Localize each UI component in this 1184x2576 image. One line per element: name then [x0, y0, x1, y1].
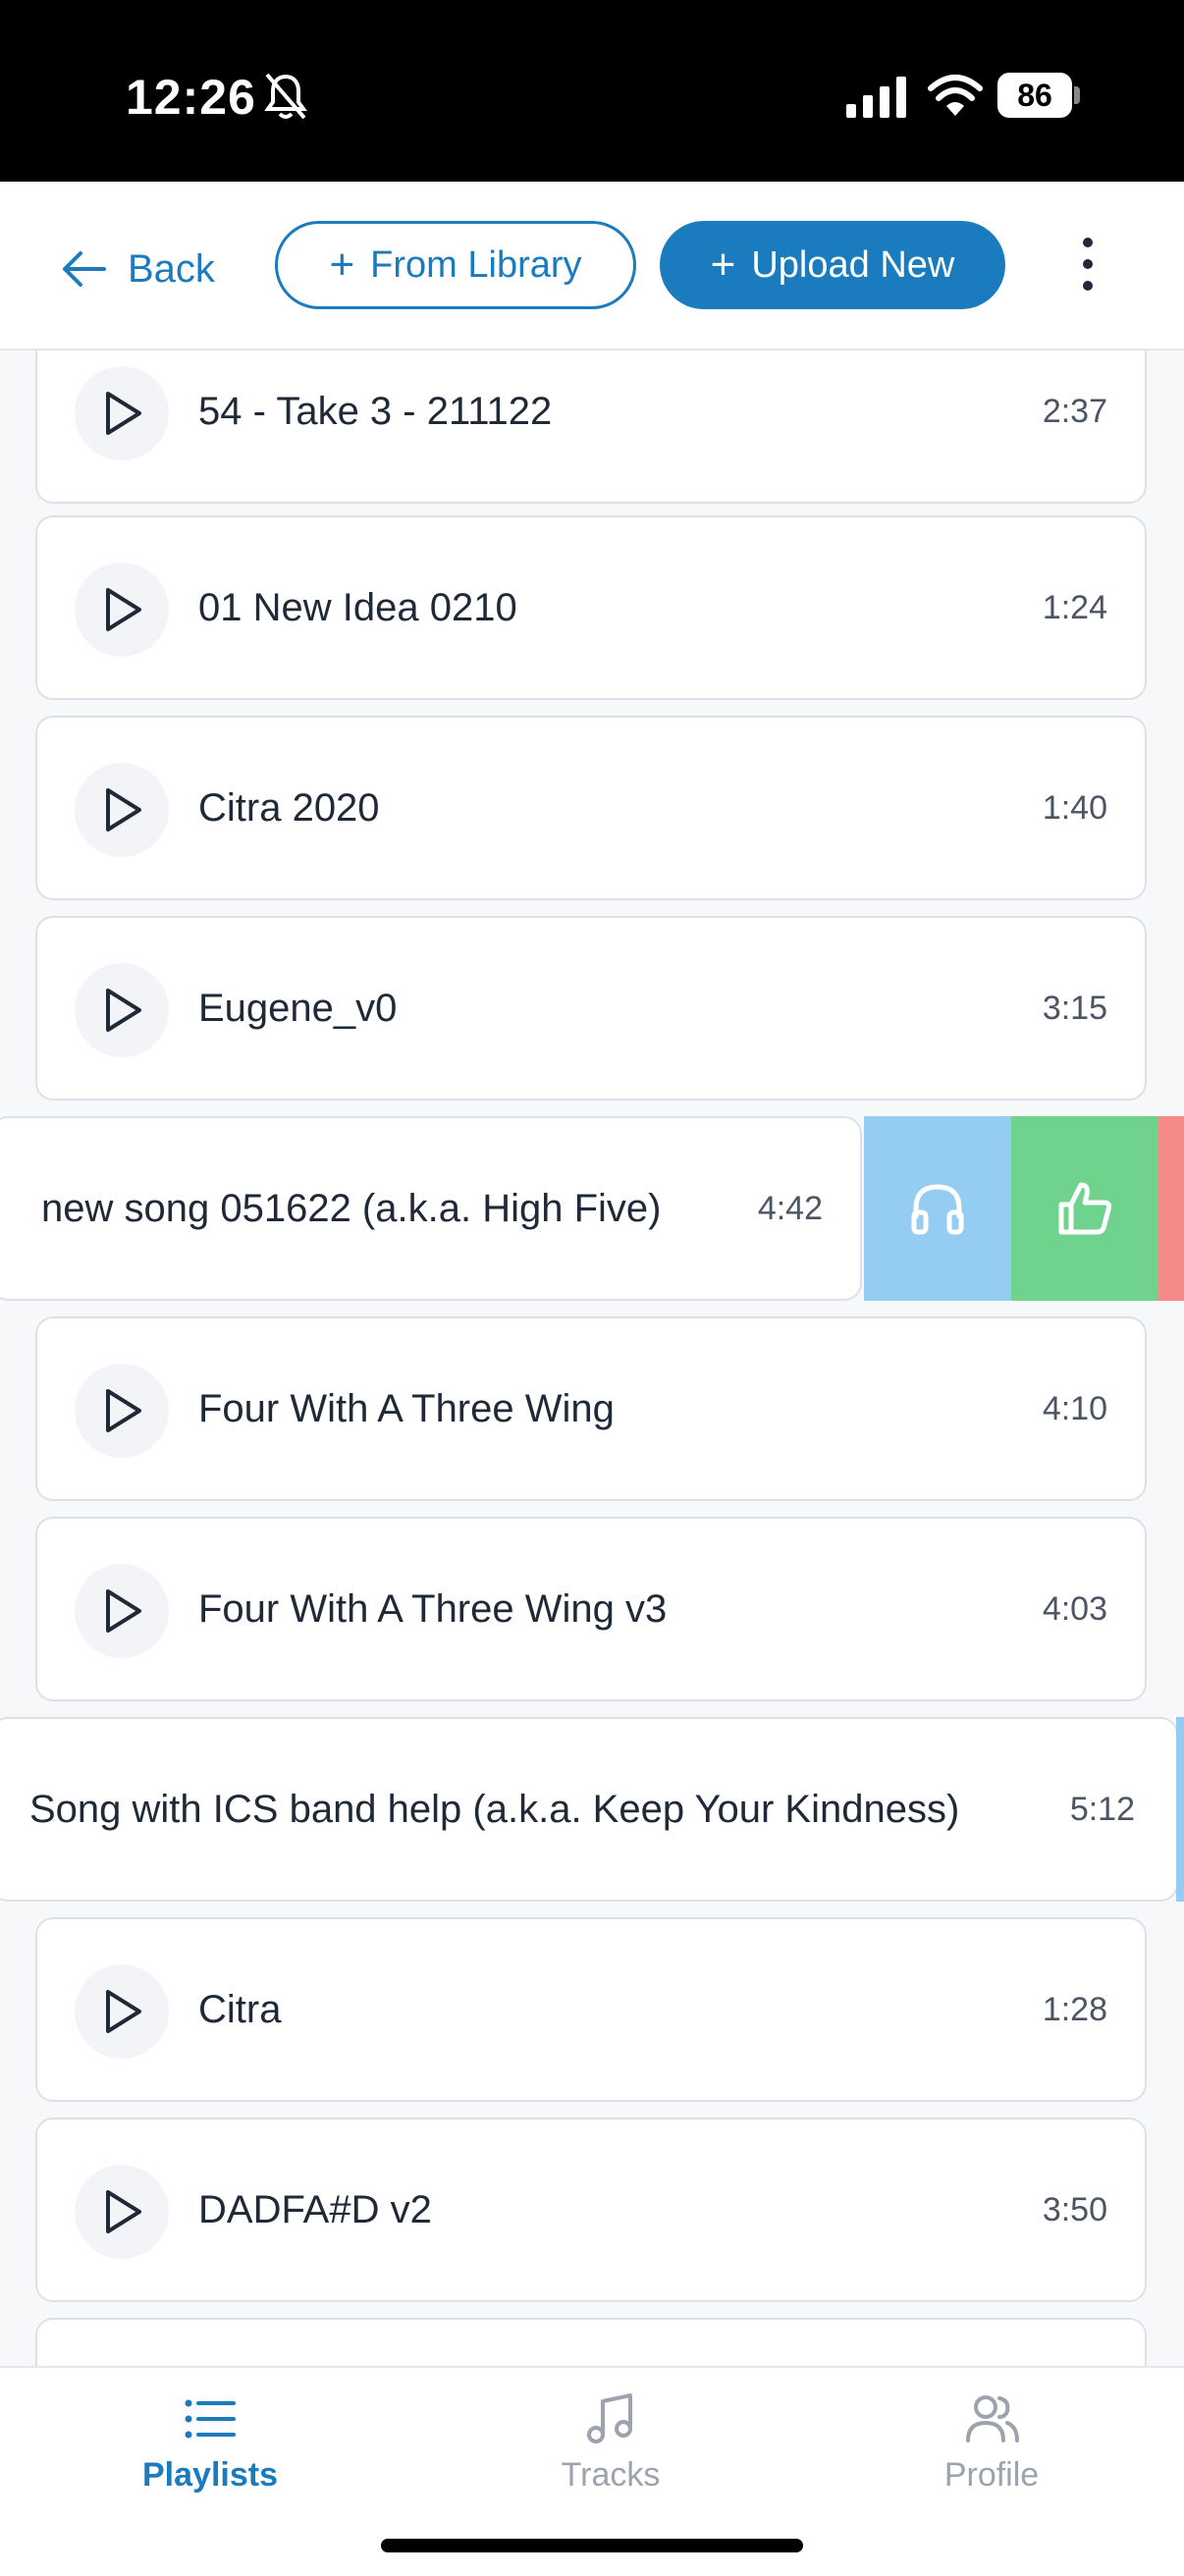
back-button[interactable]: Back — [61, 227, 215, 311]
play-icon — [106, 1589, 141, 1633]
track-duration: 1:24 — [1042, 589, 1107, 626]
users-icon — [966, 2395, 1019, 2442]
tab-playlists[interactable]: Playlists — [82, 2391, 338, 2509]
battery-indicator: 86 — [997, 73, 1082, 118]
track-title: new song 051622 (a.k.a. High Five) — [41, 1187, 662, 1230]
tab-tracks[interactable]: Tracks — [483, 2391, 738, 2509]
play-button[interactable] — [75, 366, 169, 460]
track-title: 54 - Take 3 - 211122 — [198, 390, 553, 433]
track-card[interactable]: 01 New Idea 0210 1:24 — [35, 515, 1147, 700]
track-card[interactable]: Eugene_v0 3:15 — [35, 916, 1147, 1100]
play-icon — [106, 2190, 141, 2233]
header-toolbar: Back + From Library + Upload New — [0, 182, 1184, 350]
track-duration: 3:15 — [1042, 990, 1107, 1027]
tab-label: Tracks — [561, 2456, 661, 2494]
home-indicator — [381, 2539, 803, 2552]
swiped-track-row[interactable]: new song 051622 (a.k.a. High Five) 4:42 — [0, 1116, 1184, 1301]
track-card[interactable]: Citra 1:28 — [35, 1917, 1147, 2102]
play-icon — [106, 989, 141, 1032]
track-card[interactable]: 54 - Take 3 - 211122 2:37 — [35, 349, 1147, 504]
play-button[interactable] — [75, 2165, 169, 2259]
track-title: Four With A Three Wing — [198, 1387, 615, 1430]
play-icon — [106, 392, 141, 435]
delete-action-button[interactable] — [1158, 1116, 1184, 1301]
play-button[interactable] — [75, 1364, 169, 1458]
track-title: Eugene_v0 — [198, 987, 398, 1030]
track-title: Four With A Three Wing v3 — [198, 1587, 668, 1631]
tab-profile[interactable]: Profile — [864, 2391, 1119, 2509]
swiped-track-row[interactable]: Song with ICS band help (a.k.a. Keep You… — [0, 1717, 1184, 1902]
music-note-icon — [587, 2393, 632, 2443]
battery-level: 86 — [997, 73, 1072, 118]
thumbs-up-icon — [1058, 1182, 1111, 1235]
upload-new-button[interactable]: + Upload New — [660, 221, 1005, 309]
track-card[interactable]: Four With A Three Wing v3 4:03 — [35, 1517, 1147, 1701]
headphones-icon — [911, 1184, 964, 1235]
like-action-button[interactable] — [1011, 1116, 1158, 1301]
plus-icon: + — [329, 241, 355, 289]
arrow-left-icon — [63, 251, 106, 287]
play-button[interactable] — [75, 563, 169, 657]
track-duration: 4:03 — [1042, 1590, 1107, 1628]
play-icon — [106, 1389, 141, 1432]
play-button[interactable] — [75, 763, 169, 857]
track-title: Citra 2020 — [198, 786, 380, 830]
more-vertical-icon[interactable] — [1076, 235, 1100, 294]
track-card[interactable]: new song 051622 (a.k.a. High Five) 4:42 — [0, 1116, 862, 1301]
track-card[interactable] — [35, 2318, 1147, 2366]
upload-new-label: Upload New — [751, 243, 955, 286]
tab-label: Profile — [943, 2456, 1040, 2494]
play-icon — [106, 588, 141, 631]
battery-tip — [1074, 86, 1080, 104]
status-time: 12:26 — [126, 70, 256, 125]
status-bar: 12:26 86 — [0, 0, 1184, 182]
track-duration: 4:10 — [1042, 1390, 1107, 1427]
from-library-button[interactable]: + From Library — [275, 221, 636, 309]
plus-icon: + — [710, 241, 736, 289]
play-icon — [106, 788, 141, 832]
play-button[interactable] — [75, 1964, 169, 2059]
track-title: 01 New Idea 0210 — [198, 586, 517, 629]
track-duration: 5:12 — [1069, 1791, 1135, 1828]
back-label: Back — [128, 246, 215, 291]
track-title: Song with ICS band help (a.k.a. Keep You… — [29, 1788, 960, 1831]
list-icon — [185, 2399, 236, 2439]
listen-action-button[interactable] — [864, 1116, 1011, 1301]
track-card[interactable]: Song with ICS band help (a.k.a. Keep You… — [0, 1717, 1178, 1902]
track-title: Citra — [198, 1988, 282, 2031]
track-title: DADFA#D v2 — [198, 2188, 432, 2231]
track-duration: 1:28 — [1042, 1991, 1107, 2028]
track-duration: 2:37 — [1042, 393, 1107, 430]
swipe-action-edge — [1176, 1717, 1184, 1902]
play-button[interactable] — [75, 1564, 169, 1658]
wifi-icon — [928, 75, 983, 116]
from-library-label: From Library — [370, 243, 582, 286]
signal-icon — [846, 77, 906, 118]
track-list[interactable]: 54 - Take 3 - 211122 2:37 01 New Idea 02… — [0, 349, 1184, 2366]
track-card[interactable]: Four With A Three Wing 4:10 — [35, 1316, 1147, 1501]
tab-label: Playlists — [142, 2456, 278, 2494]
bell-muted-icon — [264, 73, 307, 120]
play-button[interactable] — [75, 963, 169, 1057]
track-card[interactable]: DADFA#D v2 3:50 — [35, 2118, 1147, 2302]
track-duration: 1:40 — [1042, 789, 1107, 827]
track-duration: 4:42 — [757, 1190, 823, 1227]
track-card[interactable]: Citra 2020 1:40 — [35, 716, 1147, 900]
play-icon — [106, 1990, 141, 2033]
track-duration: 3:50 — [1042, 2191, 1107, 2228]
